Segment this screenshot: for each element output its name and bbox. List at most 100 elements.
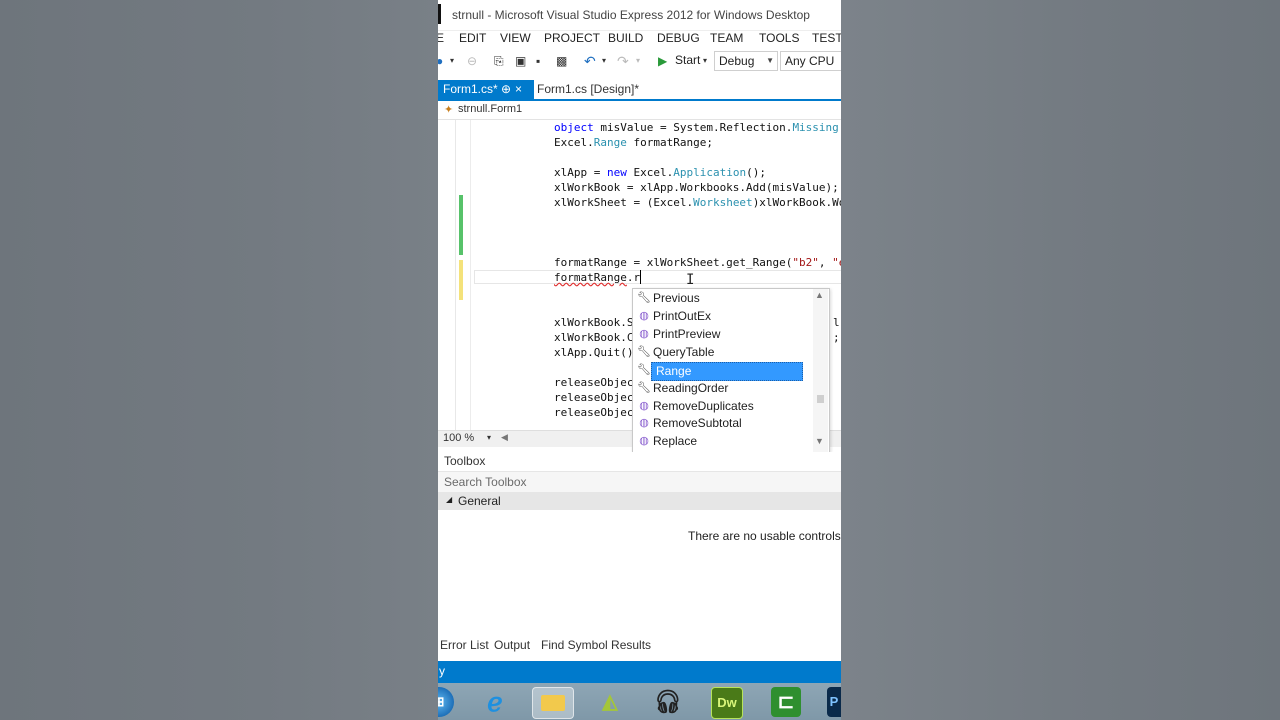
collapse-triangle-icon: ◢ [446, 495, 453, 504]
android-studio-icon[interactable]: ◭ [595, 687, 625, 717]
completion-item-label: Replace [653, 434, 698, 448]
completion-item-label: PrintOutEx [653, 309, 712, 323]
toolbox-empty-message: There are no usable controls in [688, 529, 841, 543]
window-edge [438, 4, 441, 24]
windows-start-icon[interactable]: ⊞ [438, 687, 454, 717]
code-token: , [818, 256, 833, 269]
tab-form1-cs[interactable]: Form1.cs* ⊕ × [438, 80, 534, 99]
menu-test[interactable]: TEST [812, 31, 841, 45]
completion-item[interactable]: ◍ PrintOutEx [633, 308, 813, 325]
back-icon[interactable]: ● [438, 54, 443, 68]
completion-item[interactable]: ◍ RemoveSubtotal [633, 415, 813, 432]
current-line-highlight [474, 270, 841, 284]
start-icon[interactable]: ▶ [658, 54, 667, 68]
code-token: misValue = System.Reflection. [593, 121, 793, 134]
code-line: Excel.Range formatRange; [554, 135, 713, 150]
undo-icon[interactable]: ↶ [584, 54, 596, 68]
zoom-dropdown-icon[interactable]: ▾ [487, 433, 491, 442]
code-token: (); [746, 166, 766, 179]
completion-item[interactable]: ◍ Replace [633, 433, 813, 450]
method-icon: ◍ [639, 417, 649, 429]
new-project-icon[interactable]: ⎘ [494, 54, 504, 68]
completion-item-label: ReadingOrder [653, 381, 729, 395]
completion-item-label: Range [651, 362, 803, 381]
back-dropdown-icon[interactable]: ▾ [450, 54, 454, 68]
configuration-dropdown[interactable]: Debug ▼ [714, 51, 778, 71]
platform-value: Any CPU [785, 54, 835, 68]
completion-scrollbar[interactable]: ▲ ▼ [813, 289, 828, 452]
save-all-icon[interactable]: ▩ [556, 54, 567, 68]
gutter-divider [455, 120, 456, 430]
intellisense-completion-list[interactable]: 🔧︎ Previous ◍ PrintOutEx ◍ PrintPreview 🔧︎ Q… [632, 288, 830, 453]
tab-find-symbol-results[interactable]: Find Symbol Results [541, 638, 651, 652]
save-icon[interactable]: ▪ [536, 54, 540, 68]
completion-item[interactable]: 🔧︎ Previous [633, 290, 813, 307]
dreamweaver-icon[interactable]: Dw [711, 687, 743, 719]
menu-file[interactable]: E [438, 31, 444, 45]
menu-tools[interactable]: TOOLS [759, 31, 799, 45]
code-token: xlWorkBook.S [554, 316, 634, 329]
code-line-tail: ; [833, 330, 840, 345]
toolbox-search-input[interactable]: Search Toolbox [438, 471, 841, 493]
menu-view[interactable]: VIEW [500, 31, 531, 45]
completion-item-label: QueryTable [653, 345, 715, 359]
code-token: Excel. [554, 136, 594, 149]
undo-dropdown-icon[interactable]: ▾ [602, 54, 606, 68]
code-token: l. [833, 316, 841, 329]
close-icon[interactable]: × [515, 80, 522, 99]
navigation-bar[interactable]: ✦ strnull.Form1 [438, 101, 841, 120]
code-token: releaseObjec [554, 406, 634, 419]
pin-icon[interactable]: ⊕ [501, 80, 511, 99]
class-icon: ✦ [444, 104, 454, 116]
completion-item[interactable]: 🔧︎ ReadingOrder [633, 380, 813, 397]
code-token: Range [593, 136, 627, 149]
start-button[interactable]: Start [675, 53, 700, 67]
saved-change-marker [459, 195, 463, 255]
completion-item[interactable]: ◍ PrintPreview [633, 326, 813, 343]
completion-item[interactable]: ◍ RemoveDuplicates [633, 398, 813, 415]
code-line: xlWorkBook.C [554, 330, 633, 345]
completion-item-selected[interactable]: 🔧︎ Range [633, 362, 813, 381]
code-token: Excel. [626, 166, 674, 179]
tab-error-list[interactable]: Error List [440, 638, 489, 652]
document-tab-strip: Form1.cs* ⊕ × Form1.cs [Design]* [438, 80, 841, 101]
scrollbar-thumb[interactable] [817, 395, 824, 403]
zoom-level[interactable]: 100 % [443, 432, 474, 444]
scroll-left-icon[interactable]: ◀ [501, 432, 508, 443]
code-token: releaseObjec [554, 376, 634, 389]
redo-dropdown-icon[interactable]: ▾ [636, 54, 640, 68]
windows-taskbar: ⊞ ℯ ◭ 🎧︎ Dw ⊏ P [438, 683, 841, 720]
code-token: Worksheet [693, 196, 753, 209]
text-caret [640, 270, 641, 284]
internet-explorer-icon[interactable]: ℯ [480, 687, 510, 717]
completion-item[interactable]: 🔧︎ QueryTable [633, 344, 813, 361]
file-explorer-icon[interactable] [532, 687, 574, 719]
method-icon: ◍ [639, 310, 649, 322]
menu-build[interactable]: BUILD [608, 31, 643, 45]
code-line: xlWorkBook.S [554, 315, 633, 330]
tab-label: Form1.cs [Design]* [537, 82, 640, 96]
audio-player-icon[interactable]: 🎧︎ [653, 687, 683, 717]
code-token: object [554, 121, 594, 134]
wrench-icon: 🔧︎ [637, 382, 651, 394]
code-token: formatRange [554, 271, 627, 284]
tab-output[interactable]: Output [494, 638, 530, 652]
menu-debug[interactable]: DEBUG [657, 31, 700, 45]
photoshop-icon[interactable]: P [827, 687, 841, 717]
scroll-down-icon[interactable]: ▼ [815, 436, 824, 446]
open-file-icon[interactable]: ▣ [515, 54, 526, 68]
start-dropdown-icon[interactable]: ▾ [703, 54, 707, 68]
scroll-up-icon[interactable]: ▲ [815, 290, 824, 300]
menu-project[interactable]: PROJECT [544, 31, 600, 45]
toolbox-group-label: General [458, 494, 501, 508]
platform-dropdown[interactable]: Any CPU [780, 51, 841, 71]
menu-team[interactable]: TEAM [710, 31, 743, 45]
menu-edit[interactable]: EDIT [459, 31, 486, 45]
tab-label: Form1.cs* [443, 82, 498, 96]
toolbox-group-general[interactable]: ◢ General [438, 492, 841, 510]
forward-icon[interactable]: ⊖ [467, 54, 477, 68]
tab-form1-design[interactable]: Form1.cs [Design]* [532, 80, 644, 99]
standard-toolbar: ● ▾ ⊖ ⎘ ▣ ▪ ▩ ↶ ▾ ↷ ▾ ▶ Start ▾ Debug ▼ … [438, 50, 841, 72]
camtasia-icon[interactable]: ⊏ [771, 687, 801, 717]
redo-icon[interactable]: ↷ [617, 54, 629, 68]
